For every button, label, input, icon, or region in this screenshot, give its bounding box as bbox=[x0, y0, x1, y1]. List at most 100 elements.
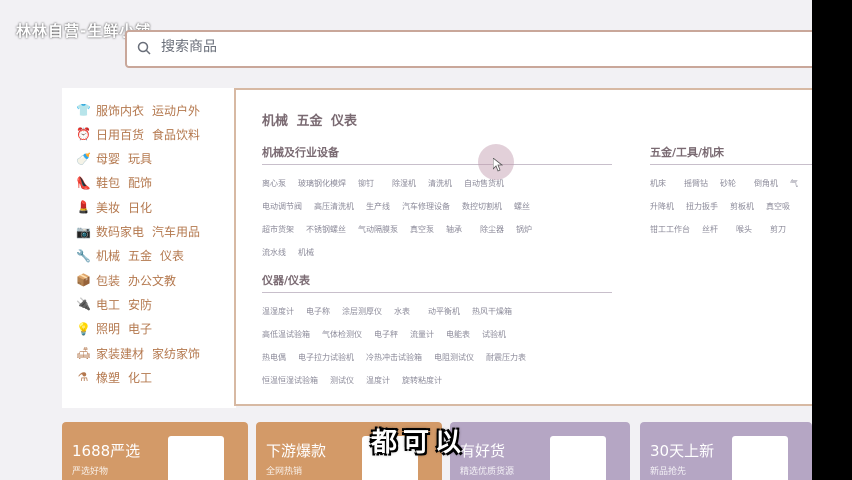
menu-link[interactable]: 锅炉 bbox=[516, 224, 532, 235]
promo-banner[interactable]: 1688严选 严选好物 bbox=[62, 422, 248, 480]
menu-link[interactable]: 气体检测仪 bbox=[322, 329, 362, 340]
menu-link[interactable]: 高低温试验箱 bbox=[262, 329, 310, 340]
menu-link[interactable]: 剪刀 bbox=[770, 224, 786, 235]
category-item[interactable]: 👠 鞋包 配饰 bbox=[76, 173, 160, 193]
category-link[interactable]: 服饰内衣 bbox=[96, 102, 144, 119]
category-link[interactable]: 家装建材 bbox=[96, 345, 144, 362]
category-link[interactable]: 食品饮料 bbox=[152, 126, 200, 143]
menu-link[interactable]: 数控切割机 bbox=[462, 201, 502, 212]
category-link[interactable]: 配饰 bbox=[128, 174, 152, 191]
menu-link[interactable]: 真空吸 bbox=[766, 201, 790, 212]
category-link[interactable]: 机械 bbox=[96, 247, 120, 264]
category-link[interactable]: 电子 bbox=[128, 320, 152, 337]
menu-link[interactable]: 流量计 bbox=[410, 329, 434, 340]
menu-link[interactable]: 电能表 bbox=[446, 329, 470, 340]
menu-link[interactable]: 温湿度计 bbox=[262, 306, 294, 317]
menu-link[interactable]: 汽车修理设备 bbox=[402, 201, 450, 212]
category-link[interactable]: 美妆 bbox=[96, 199, 120, 216]
menu-link[interactable]: 摇臂钻 bbox=[684, 178, 708, 189]
category-link[interactable]: 鞋包 bbox=[96, 174, 120, 191]
category-link[interactable]: 电工 bbox=[96, 296, 120, 313]
category-item[interactable]: 🛋 家装建材 家纺家饰 bbox=[76, 343, 208, 363]
category-link[interactable]: 母婴 bbox=[96, 150, 120, 167]
menu-link[interactable]: 热风干燥箱 bbox=[472, 306, 512, 317]
menu-link[interactable]: 温度计 bbox=[366, 375, 390, 386]
menu-link[interactable]: 升降机 bbox=[650, 201, 674, 212]
category-link[interactable]: 运动户外 bbox=[152, 102, 200, 119]
menu-link[interactable]: 高压清洗机 bbox=[314, 201, 354, 212]
category-link[interactable]: 汽车用品 bbox=[152, 223, 200, 240]
menu-link[interactable]: 生产线 bbox=[366, 201, 390, 212]
category-item[interactable]: 📦 包装 办公文教 bbox=[76, 270, 184, 290]
menu-link[interactable]: 电子秤 bbox=[374, 329, 398, 340]
menu-link[interactable]: 喉头 bbox=[736, 224, 752, 235]
menu-link[interactable]: 超市货架 bbox=[262, 224, 294, 235]
menu-link[interactable]: 电阻测试仪 bbox=[434, 352, 474, 363]
menu-link[interactable]: 剪板机 bbox=[730, 201, 754, 212]
menu-link[interactable]: 电动调节阀 bbox=[262, 201, 302, 212]
menu-link[interactable]: 钳工工作台 bbox=[650, 224, 690, 235]
menu-link[interactable]: 动平衡机 bbox=[428, 306, 460, 317]
category-link[interactable]: 包装 bbox=[96, 272, 120, 289]
category-link[interactable]: 五金 bbox=[128, 247, 152, 264]
menu-link[interactable]: 螺丝 bbox=[514, 201, 530, 212]
category-link[interactable]: 照明 bbox=[96, 320, 120, 337]
category-link[interactable]: 办公文教 bbox=[128, 272, 176, 289]
menu-link[interactable]: 热电偶 bbox=[262, 352, 286, 363]
category-item[interactable]: ⏰ 日用百货 食品饮料 bbox=[76, 124, 208, 144]
category-item[interactable]: ⚗ 橡塑 化工 bbox=[76, 367, 160, 387]
search-input[interactable] bbox=[159, 38, 763, 56]
menu-link[interactable]: 离心泵 bbox=[262, 178, 286, 189]
category-link[interactable]: 仪表 bbox=[160, 247, 184, 264]
menu-link[interactable]: 恒温恒湿试验箱 bbox=[262, 375, 318, 386]
menu-link[interactable]: 耐震压力表 bbox=[486, 352, 526, 363]
menu-link[interactable]: 真空泵 bbox=[410, 224, 434, 235]
menu-link[interactable]: 除尘器 bbox=[480, 224, 504, 235]
promo-banner[interactable]: 30天上新 新品抢先 bbox=[640, 422, 812, 480]
menu-link[interactable]: 清洗机 bbox=[428, 178, 452, 189]
menu-link[interactable]: 试验机 bbox=[482, 329, 506, 340]
menu-link[interactable]: 电子称 bbox=[306, 306, 330, 317]
menu-link[interactable]: 机床 bbox=[650, 178, 666, 189]
menu-link[interactable]: 气动隔膜泵 bbox=[358, 224, 398, 235]
menu-link[interactable]: 测试仪 bbox=[330, 375, 354, 386]
menu-link[interactable]: 流水线 bbox=[262, 247, 286, 258]
category-link[interactable]: 安防 bbox=[128, 296, 152, 313]
menu-link[interactable]: 倒角机 bbox=[754, 178, 778, 189]
menu-link[interactable]: 旋转粘度计 bbox=[402, 375, 442, 386]
promo-banner[interactable]: 有好货 精选优质货源 bbox=[450, 422, 630, 480]
menu-link[interactable]: 铆钉 bbox=[358, 178, 374, 189]
menu-link[interactable]: 电子拉力试验机 bbox=[298, 352, 354, 363]
category-link[interactable]: 化工 bbox=[128, 369, 152, 386]
menu-link[interactable]: 涂层测厚仪 bbox=[342, 306, 382, 317]
category-item[interactable]: 💄 美妆 日化 bbox=[76, 197, 160, 217]
category-item[interactable]: 👕 服饰内衣 运动户外 bbox=[76, 100, 208, 120]
menu-link[interactable]: 丝杆 bbox=[702, 224, 718, 235]
menu-link[interactable]: 轴承 bbox=[446, 224, 462, 235]
box-icon: 📦 bbox=[76, 273, 91, 288]
menu-link[interactable]: 除湿机 bbox=[392, 178, 416, 189]
category-link[interactable]: 日化 bbox=[128, 199, 152, 216]
section-heading[interactable]: 五金/工具/机床 bbox=[650, 144, 724, 160]
category-item[interactable]: 💡 照明 电子 bbox=[76, 319, 160, 339]
menu-link[interactable]: 砂轮 bbox=[720, 178, 736, 189]
category-link[interactable]: 数码家电 bbox=[96, 223, 144, 240]
category-item[interactable]: 🔧 机械 五金 仪表 bbox=[76, 246, 192, 266]
category-link[interactable]: 橡塑 bbox=[96, 369, 120, 386]
menu-link[interactable]: 扭力扳手 bbox=[686, 201, 718, 212]
category-item[interactable]: 📷 数码家电 汽车用品 bbox=[76, 222, 208, 242]
search-box[interactable] bbox=[125, 30, 812, 68]
menu-link[interactable]: 机械 bbox=[298, 247, 314, 258]
menu-link[interactable]: 玻璃钢化模焊 bbox=[298, 178, 346, 189]
menu-link[interactable]: 不锈钢螺丝 bbox=[306, 224, 346, 235]
section-heading[interactable]: 机械及行业设备 bbox=[262, 144, 339, 160]
category-link[interactable]: 日用百货 bbox=[96, 126, 144, 143]
category-link[interactable]: 玩具 bbox=[128, 150, 152, 167]
menu-link[interactable]: 气 bbox=[790, 178, 798, 189]
menu-link[interactable]: 冷热冲击试验箱 bbox=[366, 352, 422, 363]
category-link[interactable]: 家纺家饰 bbox=[152, 345, 200, 362]
menu-link[interactable]: 水表 bbox=[394, 306, 410, 317]
category-item[interactable]: 🍼 母婴 玩具 bbox=[76, 149, 160, 169]
section-heading[interactable]: 仪器/仪表 bbox=[262, 272, 310, 288]
category-item[interactable]: 🔌 电工 安防 bbox=[76, 294, 160, 314]
